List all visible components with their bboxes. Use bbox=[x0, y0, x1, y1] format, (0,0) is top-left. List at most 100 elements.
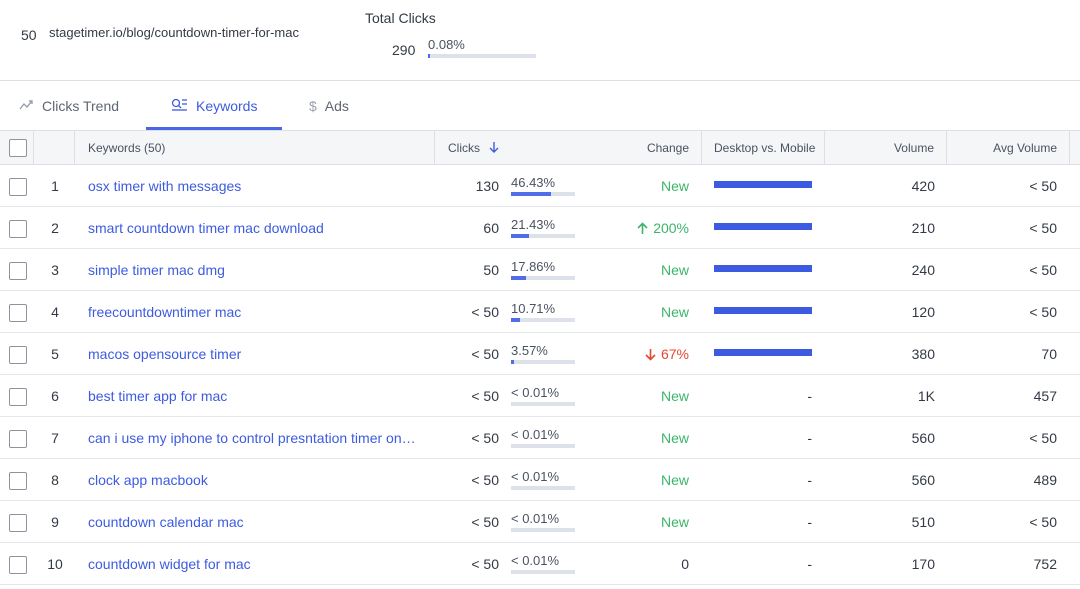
clicks-share-percent: 10.71% bbox=[511, 301, 556, 316]
table-row[interactable]: 2 smart countdown timer mac download 60 21.… bbox=[0, 207, 1080, 249]
clicks-column-header[interactable]: Clicks bbox=[448, 131, 499, 165]
change-text: 200% bbox=[653, 220, 689, 236]
table-row[interactable]: 9 countdown calendar mac < 50 < 0.01% New - 51… bbox=[0, 501, 1080, 543]
tab-label: Keywords bbox=[196, 97, 258, 114]
desktop-mobile-empty: - bbox=[807, 430, 812, 446]
tab-label: Ads bbox=[324, 97, 349, 114]
change-value: New bbox=[590, 417, 689, 459]
keyword-link[interactable]: best timer app for mac bbox=[88, 375, 227, 417]
avg-volume-column-header[interactable]: Avg Volume bbox=[960, 131, 1057, 165]
row-checkbox[interactable] bbox=[9, 472, 27, 490]
clicks-share-percent: 17.86% bbox=[511, 259, 556, 274]
keywords-column-header[interactable]: Keywords (50) bbox=[88, 131, 165, 165]
total-clicks-label: Total Clicks bbox=[365, 10, 436, 26]
volume-value: 510 bbox=[911, 514, 935, 530]
trend-icon bbox=[19, 98, 34, 114]
clicks-share-bar-fill bbox=[511, 192, 551, 196]
tab-bar: Clicks Trend Keywords $ Ads bbox=[0, 81, 1080, 130]
table-row[interactable]: 10 countdown widget for mac < 50 < 0.01% 0 - 1… bbox=[0, 543, 1080, 585]
volume-column-header[interactable]: Volume bbox=[840, 131, 934, 165]
row-checkbox[interactable] bbox=[9, 346, 27, 364]
clicks-share: < 0.01% bbox=[511, 554, 575, 574]
total-clicks-percent: 0.08% bbox=[428, 37, 465, 52]
volume-value: 560 bbox=[911, 472, 935, 488]
clicks-value: < 50 bbox=[471, 472, 499, 488]
clicks-share-percent: < 0.01% bbox=[511, 511, 560, 526]
row-checkbox[interactable] bbox=[9, 388, 27, 406]
avg-volume-value: < 50 bbox=[1029, 220, 1057, 236]
desktop-mobile-column-header[interactable]: Desktop vs. Mobile bbox=[714, 131, 815, 165]
change-value: New bbox=[590, 459, 689, 501]
avg-volume-value: < 50 bbox=[1029, 430, 1057, 446]
table-row[interactable]: 4 freecountdowntimer mac < 50 10.71% New 120 <… bbox=[0, 291, 1080, 333]
url-link[interactable]: stagetimer.io/blog/countdown-timer-for-m… bbox=[49, 25, 311, 40]
change-value: New bbox=[590, 291, 689, 333]
change-value: 200% bbox=[590, 207, 689, 249]
change-value: 67% bbox=[590, 333, 689, 375]
column-divider bbox=[946, 131, 947, 165]
clicks-share-percent: 3.57% bbox=[511, 343, 548, 358]
row-index: 1 bbox=[51, 178, 59, 194]
change-text: New bbox=[660, 262, 689, 278]
volume-value: 420 bbox=[911, 178, 935, 194]
row-index: 4 bbox=[51, 304, 59, 320]
keyword-link[interactable]: countdown widget for mac bbox=[88, 543, 251, 585]
row-checkbox[interactable] bbox=[9, 556, 27, 574]
row-checkbox[interactable] bbox=[9, 514, 27, 532]
arrow-down-icon[interactable] bbox=[489, 141, 499, 156]
row-index: 7 bbox=[51, 430, 59, 446]
tab-keywords[interactable]: Keywords bbox=[171, 81, 257, 130]
keyword-link[interactable]: can i use my iphone to control presntati… bbox=[88, 417, 418, 459]
clicks-value: < 50 bbox=[471, 556, 499, 572]
keyword-link[interactable]: macos opensource timer bbox=[88, 333, 241, 375]
select-all-checkbox[interactable] bbox=[9, 139, 27, 157]
keyword-link[interactable]: freecountdowntimer mac bbox=[88, 291, 241, 333]
keyword-link[interactable]: simple timer mac dmg bbox=[88, 249, 225, 291]
url-summary: 50 stagetimer.io/blog/countdown-timer-fo… bbox=[0, 0, 1080, 81]
row-checkbox[interactable] bbox=[9, 220, 27, 238]
volume-value: 380 bbox=[911, 346, 935, 362]
keyword-link[interactable]: clock app macbook bbox=[88, 459, 208, 501]
row-checkbox[interactable] bbox=[9, 262, 27, 280]
table-row[interactable]: 3 simple timer mac dmg 50 17.86% New 240 < 50 bbox=[0, 249, 1080, 291]
total-clicks-progress bbox=[428, 54, 536, 58]
row-checkbox[interactable] bbox=[9, 304, 27, 322]
keyword-link[interactable]: smart countdown timer mac download bbox=[88, 207, 324, 249]
change-value: 0 bbox=[590, 543, 689, 585]
table-row[interactable]: 7 can i use my iphone to control presntat… bbox=[0, 417, 1080, 459]
tab-ads[interactable]: $ Ads bbox=[309, 81, 349, 130]
row-checkbox[interactable] bbox=[9, 430, 27, 448]
volume-value: 1K bbox=[917, 388, 935, 404]
row-index: 9 bbox=[51, 514, 59, 530]
change-column-header[interactable]: Change bbox=[600, 131, 689, 165]
tab-clicks-trend[interactable]: Clicks Trend bbox=[19, 81, 119, 130]
clicks-share-bar bbox=[511, 360, 575, 364]
avg-volume-value: < 50 bbox=[1029, 262, 1057, 278]
avg-volume-value: < 50 bbox=[1029, 304, 1057, 320]
clicks-share-bar-fill bbox=[511, 276, 526, 280]
row-index: 8 bbox=[51, 472, 59, 488]
keyword-link[interactable]: osx timer with messages bbox=[88, 165, 241, 207]
table-row[interactable]: 5 macos opensource timer < 50 3.57% 67% 380 70 bbox=[0, 333, 1080, 375]
tab-label: Clicks Trend bbox=[42, 97, 120, 114]
table-row[interactable]: 1 osx timer with messages 130 46.43% New 420 <… bbox=[0, 165, 1080, 207]
table-row[interactable]: 6 best timer app for mac < 50 < 0.01% New - 1K… bbox=[0, 375, 1080, 417]
keyword-link[interactable]: countdown calendar mac bbox=[88, 501, 244, 543]
clicks-share: < 0.01% bbox=[511, 386, 575, 406]
clicks-share-bar-fill bbox=[511, 318, 520, 322]
avg-volume-value: < 50 bbox=[1029, 514, 1057, 530]
clicks-value: < 50 bbox=[471, 514, 499, 530]
avg-volume-value: 752 bbox=[1033, 556, 1057, 572]
clicks-share: 17.86% bbox=[511, 260, 575, 280]
change-text: New bbox=[660, 472, 689, 488]
row-index: 5 bbox=[51, 346, 59, 362]
clicks-share-bar bbox=[511, 486, 575, 490]
column-divider bbox=[1069, 131, 1070, 165]
clicks-share: 10.71% bbox=[511, 302, 575, 322]
desktop-mobile-bar bbox=[714, 307, 812, 314]
table-row[interactable]: 8 clock app macbook < 50 < 0.01% New - 560 489 bbox=[0, 459, 1080, 501]
row-checkbox[interactable] bbox=[9, 178, 27, 196]
row-index: 3 bbox=[51, 262, 59, 278]
clicks-share: 46.43% bbox=[511, 176, 575, 196]
row-index: 10 bbox=[47, 556, 63, 572]
